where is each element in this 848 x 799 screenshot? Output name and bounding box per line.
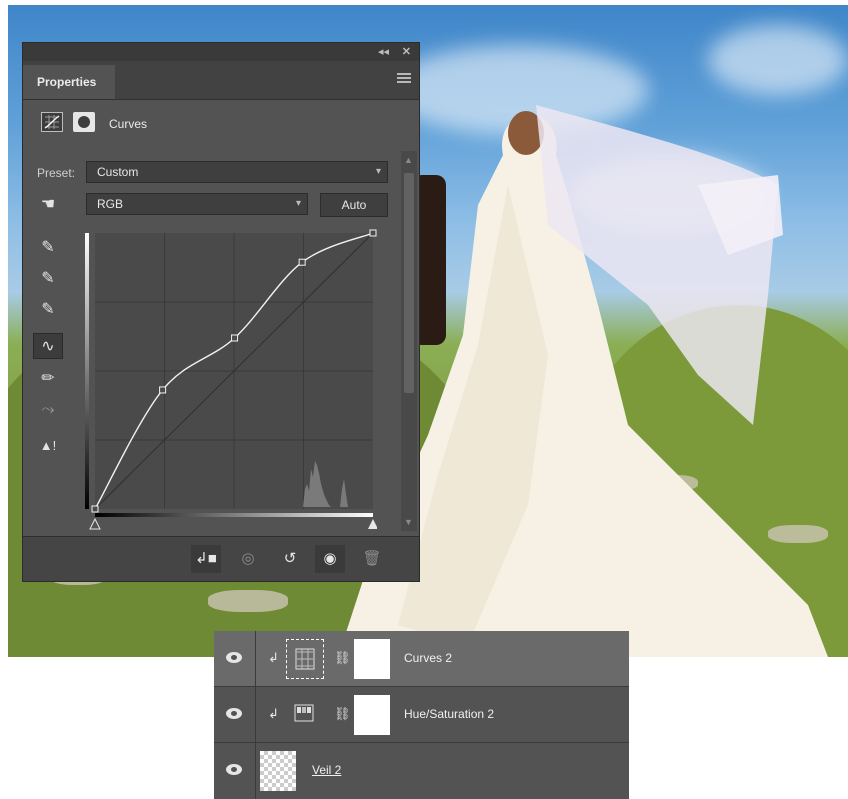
layer-row-hue-saturation-2[interactable]: ↲ ⛓ Hue/Saturation 2 — [214, 687, 629, 743]
hue-saturation-layer-thumbnail[interactable] — [286, 695, 324, 735]
panel-footer: ↲■ ◎ ↺ ◉ 🗑 — [23, 536, 419, 581]
layer-row-curves-2[interactable]: ↲ ⛓ Curves 2 — [214, 631, 629, 687]
preset-label: Preset: — [37, 166, 76, 180]
eyedropper-white-icon[interactable]: ✎ — [33, 297, 63, 323]
panel-menu-icon[interactable] — [397, 73, 411, 83]
eye-icon — [226, 764, 242, 775]
smooth-icon[interactable]: ⤳ — [33, 397, 63, 423]
view-previous-icon[interactable]: ◎ — [233, 545, 263, 573]
eye-icon — [226, 652, 242, 663]
veil-layer-thumbnail[interactable] — [260, 751, 296, 791]
link-icon[interactable]: ⛓ — [334, 706, 351, 722]
black-point-slider[interactable] — [89, 517, 101, 530]
layer-mask-thumbnail[interactable] — [354, 639, 390, 679]
visibility-toggle[interactable] — [214, 743, 256, 799]
panel-scrollbar[interactable]: ▲ ▼ — [401, 151, 417, 531]
layer-mask-thumbnail[interactable] — [354, 695, 390, 735]
curves-graph[interactable] — [85, 229, 377, 533]
curves-layer-thumbnail[interactable] — [286, 639, 324, 679]
clip-to-layer-icon[interactable]: ↲■ — [191, 545, 221, 573]
clipping-warning-icon[interactable]: ▲! — [33, 433, 63, 459]
adjustment-header: Curves — [23, 100, 419, 146]
collapse-icon[interactable]: ◂◂ — [378, 45, 389, 58]
output-gradient-bar — [85, 233, 89, 509]
clip-arrow-icon: ↲ — [268, 706, 279, 721]
reset-icon[interactable]: ↺ — [275, 545, 305, 573]
adjustment-title: Curves — [109, 117, 148, 131]
curves-adjustment-icon[interactable] — [41, 112, 63, 132]
tab-row: Properties — [23, 61, 419, 100]
layer-name[interactable]: Veil 2 — [312, 763, 341, 777]
channel-value: RGB — [97, 197, 124, 211]
clip-arrow-icon: ↲ — [268, 650, 279, 665]
on-image-adjust-icon[interactable]: ☚ — [33, 192, 63, 218]
channel-select[interactable]: RGB ▾ — [86, 193, 308, 215]
layer-name[interactable]: Curves 2 — [404, 651, 452, 665]
scroll-up-icon[interactable]: ▲ — [404, 155, 413, 165]
curve-control-point[interactable] — [298, 258, 306, 266]
close-icon[interactable]: ✕ — [402, 45, 411, 58]
input-gradient-bar — [95, 513, 373, 517]
tab-properties[interactable]: Properties — [23, 65, 115, 99]
curve-control-point[interactable] — [159, 386, 167, 394]
properties-panel: ◂◂ ✕ Properties Curves Preset: Custom ▾ … — [22, 42, 420, 582]
pencil-icon[interactable]: ✏ — [33, 366, 63, 392]
eye-icon — [226, 708, 242, 719]
visibility-toggle[interactable] — [214, 631, 256, 686]
curve-control-point[interactable] — [231, 334, 239, 342]
visibility-toggle[interactable] — [214, 687, 256, 742]
preset-select[interactable]: Custom ▾ — [86, 161, 388, 183]
layer-name[interactable]: Hue/Saturation 2 — [404, 707, 494, 721]
curve-point-icon[interactable]: ∿ — [33, 333, 63, 359]
white-point-slider[interactable] — [368, 519, 377, 529]
preset-value: Custom — [97, 165, 139, 179]
panel-title-bar: ◂◂ ✕ — [23, 43, 419, 61]
eyedropper-gray-icon[interactable]: ✎ — [33, 266, 63, 292]
eyedropper-black-icon[interactable]: ✎ — [33, 235, 63, 261]
visibility-icon[interactable]: ◉ — [315, 545, 345, 573]
layer-row-veil-2[interactable]: Veil 2 — [214, 743, 629, 799]
curve-control-point[interactable] — [369, 229, 377, 237]
layers-panel: ↲ ⛓ Curves 2 ↲ ⛓ Hue/Saturation 2 Veil 2 — [214, 631, 629, 799]
auto-button[interactable]: Auto — [320, 193, 388, 217]
curve-control-point[interactable] — [91, 505, 99, 513]
scroll-thumb[interactable] — [404, 173, 414, 393]
link-icon[interactable]: ⛓ — [334, 650, 351, 666]
chevron-down-icon: ▾ — [295, 198, 301, 209]
layer-mask-icon[interactable] — [73, 112, 95, 132]
chevron-down-icon: ▾ — [375, 166, 381, 177]
delete-icon[interactable]: 🗑 — [357, 545, 387, 573]
scroll-down-icon[interactable]: ▼ — [404, 517, 413, 527]
